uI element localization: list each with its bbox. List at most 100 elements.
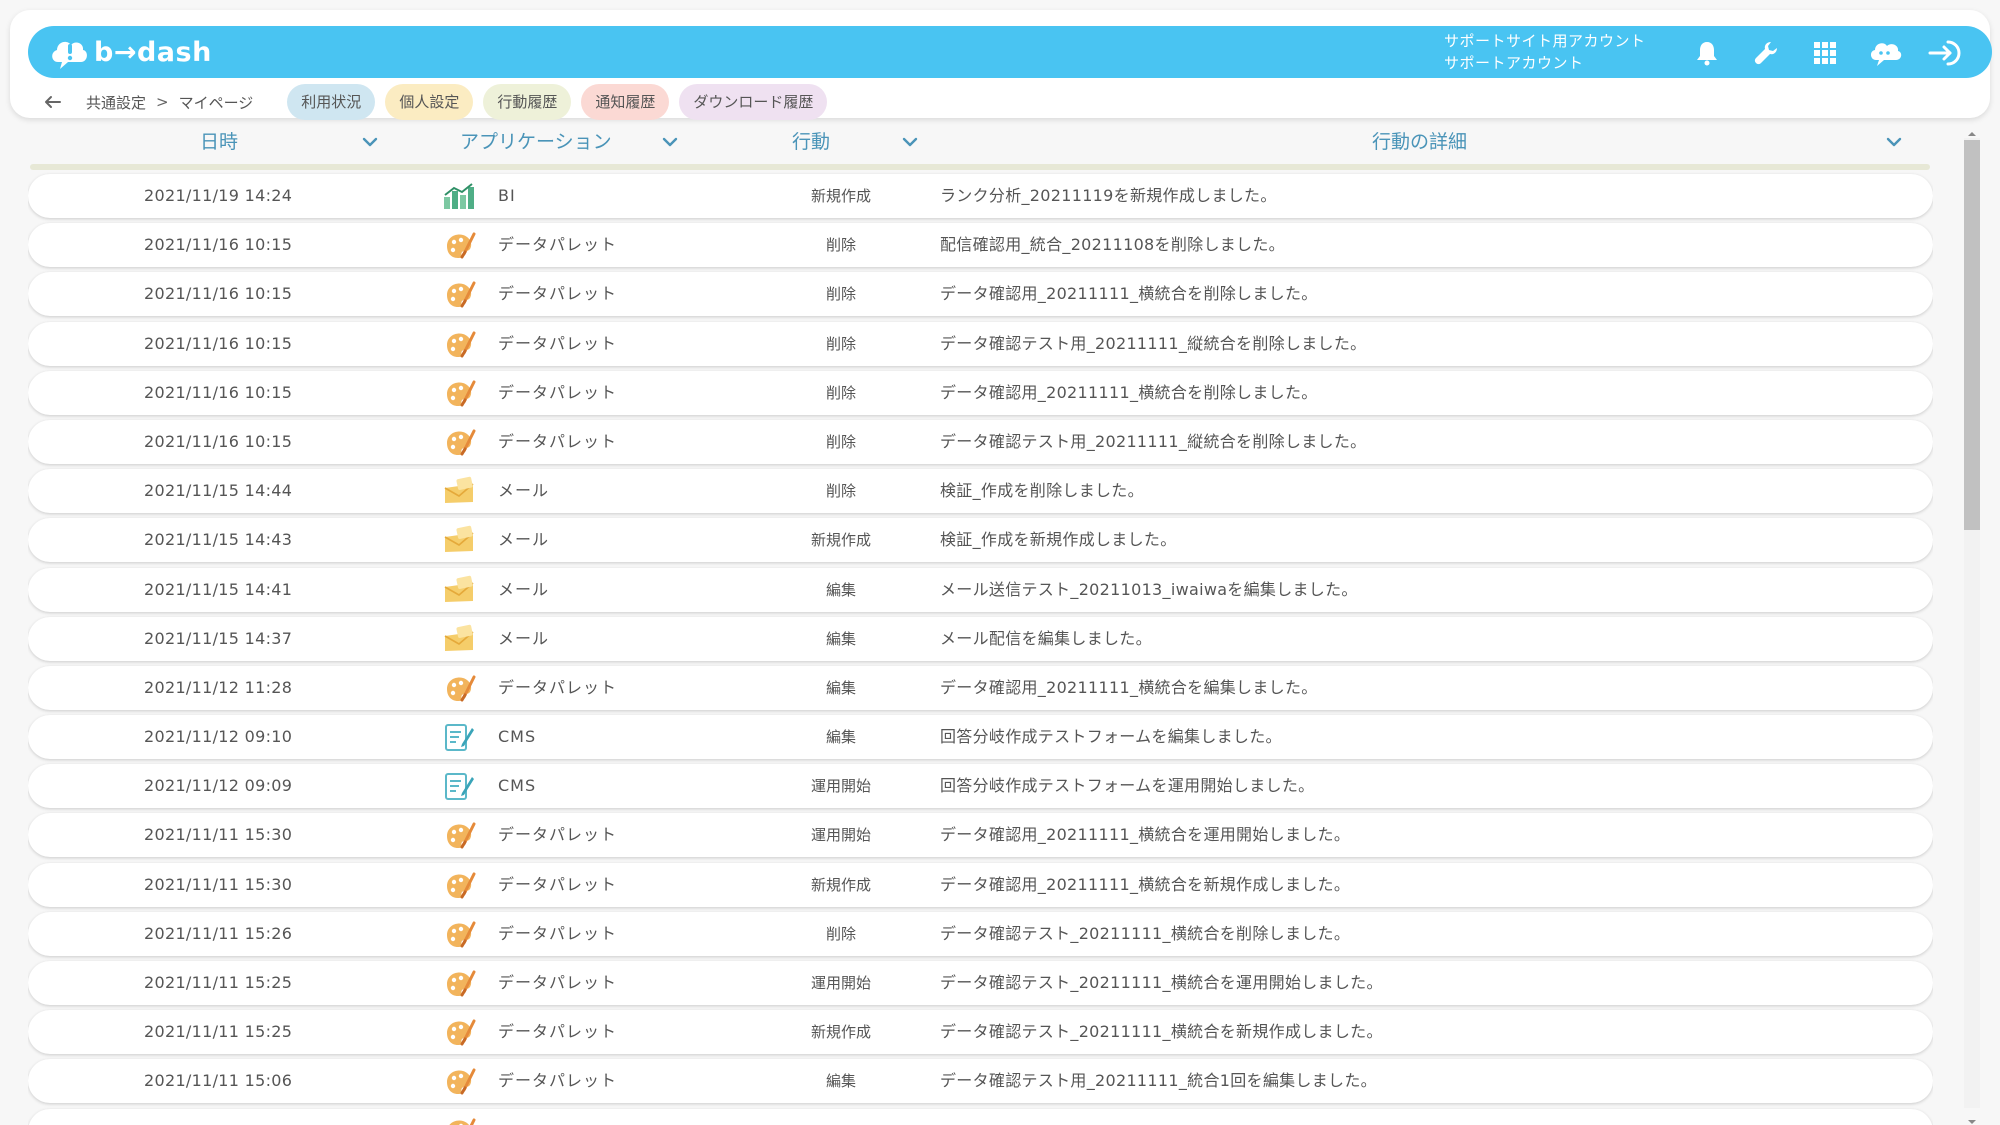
row-action: 削除	[825, 236, 856, 255]
table-row[interactable]	[28, 1108, 1933, 1125]
row-action: 削除	[825, 432, 856, 451]
scroll-thumb[interactable]	[1964, 140, 1980, 530]
breadcrumb-common-settings[interactable]: 共通設定	[86, 92, 146, 113]
table-row[interactable]: 2021/11/11 15:06 データパレット 編集 データ確認テスト用_20211…	[28, 1059, 1933, 1104]
table-row[interactable]: 2021/11/12 09:10 CMS 編集 回答分岐作成テストフォームを編集しまし…	[28, 715, 1933, 760]
row-action: 削除	[825, 285, 856, 304]
row-action	[766, 1109, 916, 1125]
row-detail: データ確認テスト_20211111_横統合を運用開始しました。	[940, 973, 1383, 992]
sort-detail-chevron-down-icon[interactable]	[1884, 132, 1904, 152]
table-row[interactable]: 2021/11/11 15:26 データパレット 削除 データ確認テスト_202111…	[28, 911, 1933, 956]
row-date: 2021/11/16 10:15	[144, 235, 293, 255]
account-info[interactable]: サポートサイト用アカウント サポートアカウント	[1444, 30, 1646, 74]
row-application: データパレット	[498, 825, 618, 845]
vertical-scrollbar[interactable]	[1962, 122, 1982, 1125]
tab-action-history[interactable]: 行動履歴	[483, 84, 572, 120]
row-date: 2021/11/12 11:28	[144, 677, 293, 697]
row-application: メール	[498, 579, 550, 599]
table-row[interactable]: 2021/11/11 15:30 データパレット 運用開始 データ確認用_202111…	[28, 813, 1933, 858]
row-application: データパレット	[498, 923, 618, 943]
logo[interactable]: b→dash	[48, 34, 212, 70]
row-action: 削除	[825, 334, 856, 353]
row-application: メール	[498, 628, 550, 648]
data-palette-icon	[442, 329, 476, 359]
row-detail: メール送信テスト_20211013_iwaiwaを編集しました。	[940, 579, 1358, 599]
table-row[interactable]: 2021/11/11 15:25 データパレット 運用開始 データ確認テスト_2021…	[28, 961, 1933, 1005]
table-row[interactable]: 2021/11/16 10:15 データパレット 削除 データ確認用_20211111…	[28, 370, 1933, 415]
row-detail: データ確認用_20211111_横統合を新規作成しました。	[940, 874, 1351, 894]
breadcrumb-mypage: マイページ	[178, 93, 254, 112]
row-date: 2021/11/11 15:30	[144, 874, 293, 894]
account-line-2: サポートアカウント	[1444, 54, 1584, 72]
sort-action-chevron-down-icon[interactable]	[900, 132, 920, 152]
table-row[interactable]: 2021/11/15 14:41 メール 編集 メール送信テスト_20211013_i…	[28, 567, 1933, 612]
table-header: 日時 アプリケーション 行動 行動の詳細	[28, 122, 1933, 170]
row-detail: データ確認テスト用_20211111_統合1回を編集しました。	[940, 1071, 1377, 1091]
table-row[interactable]: 2021/11/16 10:15 データパレット 削除 データ確認テスト用_20211…	[28, 419, 1933, 464]
grid-icon[interactable]	[1808, 36, 1842, 70]
table-row[interactable]: 2021/11/16 10:15 データパレット 削除 配信確認用_統合_202111…	[28, 223, 1933, 268]
row-action: 新規作成	[810, 187, 871, 205]
sort-application-chevron-down-icon[interactable]	[660, 132, 680, 152]
row-application: データパレット	[498, 431, 618, 451]
mail-icon	[442, 624, 476, 654]
table-row[interactable]: 2021/11/11 15:30 データパレット 新規作成 データ確認用_202111…	[28, 862, 1933, 907]
scroll-track[interactable]	[1964, 138, 1980, 1108]
scroll-up-icon[interactable]	[1967, 124, 1977, 136]
row-detail: 検証_作成を削除しました。	[940, 481, 1144, 501]
wrench-icon[interactable]	[1750, 36, 1784, 70]
table-row[interactable]: 2021/11/16 10:15 データパレット 削除 データ確認用_20211111…	[28, 272, 1933, 317]
tab-notification-history[interactable]: 通知履歴	[581, 84, 670, 120]
column-header-date[interactable]: 日時	[200, 130, 238, 154]
row-date: 2021/11/11 15:25	[144, 1022, 293, 1042]
row-application: データパレット	[498, 874, 618, 894]
scroll-down-icon[interactable]	[1967, 1112, 1977, 1124]
table-row[interactable]: 2021/11/12 11:28 データパレット 編集 データ確認用_20211111…	[28, 665, 1933, 710]
top-bar: b→dash サポートサイト用アカウント サポートアカウント	[28, 26, 1992, 78]
data-palette-icon	[442, 1017, 476, 1047]
row-application: データパレット	[498, 333, 618, 353]
data-palette-icon	[442, 378, 476, 408]
row-action: 運用開始	[810, 974, 871, 992]
table-row[interactable]: 2021/11/19 14:24 BI 新規作成 ランク分析_20211119を新規作…	[28, 174, 1933, 218]
row-application: データパレット	[498, 284, 618, 304]
row-date: 2021/11/15 14:44	[144, 481, 293, 501]
column-header-detail[interactable]: 行動の詳細	[1372, 130, 1467, 154]
row-detail: データ確認テスト用_20211111_縦統合を削除しました。	[940, 431, 1367, 451]
row-application: BI	[498, 186, 516, 205]
table-row[interactable]: 2021/11/15 14:43 メール 新規作成 検証_作成を新規作成しました。	[28, 518, 1933, 563]
logo-text: b→dash	[94, 36, 212, 68]
table-row[interactable]: 2021/11/15 14:37 メール 編集 メール配信を編集しました。	[28, 616, 1933, 661]
logout-icon[interactable]	[1928, 36, 1962, 70]
table-row[interactable]: 2021/11/12 09:09 CMS 運用開始 回答分岐作成テストフォームを運用開…	[28, 764, 1933, 809]
tab-usage[interactable]: 利用状況	[287, 84, 376, 120]
table-row[interactable]: 2021/11/15 14:44 メール 削除 検証_作成を削除しました。	[28, 469, 1933, 514]
bell-icon[interactable]	[1690, 36, 1724, 70]
table-row[interactable]: 2021/11/11 15:25 データパレット 新規作成 データ確認テスト_2021…	[28, 1010, 1933, 1055]
row-application: データパレット	[498, 1022, 618, 1042]
breadcrumb: 共通設定 > マイページ	[86, 92, 253, 113]
row-detail: 回答分岐作成テストフォームを運用開始しました。	[940, 776, 1315, 796]
chat-cloud-icon[interactable]	[1868, 36, 1902, 70]
sort-date-chevron-down-icon[interactable]	[360, 132, 380, 152]
bi-chart-icon	[442, 181, 476, 211]
data-palette-icon	[442, 820, 476, 850]
column-header-application[interactable]: アプリケーション	[460, 130, 612, 154]
data-palette-icon	[442, 427, 476, 457]
tab-personal-settings[interactable]: 個人設定	[385, 84, 474, 120]
cms-form-icon	[442, 722, 476, 752]
back-arrow-icon[interactable]	[38, 87, 68, 117]
data-palette-icon	[442, 968, 476, 998]
row-date: 2021/11/16 10:15	[144, 333, 293, 353]
row-date: 2021/11/12 09:09	[144, 776, 293, 796]
row-application: CMS	[498, 727, 537, 747]
tab-download-history[interactable]: ダウンロード履歴	[679, 84, 828, 120]
data-palette-icon	[442, 870, 476, 900]
row-application: データパレット	[498, 677, 618, 697]
column-header-action[interactable]: 行動	[792, 130, 830, 154]
table-row[interactable]: 2021/11/16 10:15 データパレット 削除 データ確認テスト用_20211…	[28, 321, 1933, 366]
row-action: 編集	[825, 1072, 856, 1091]
header-card: b→dash サポートサイト用アカウント サポートアカウント 共通設定 > マイ…	[10, 10, 1992, 120]
row-application: メール	[498, 481, 550, 501]
data-palette-icon	[442, 230, 476, 260]
